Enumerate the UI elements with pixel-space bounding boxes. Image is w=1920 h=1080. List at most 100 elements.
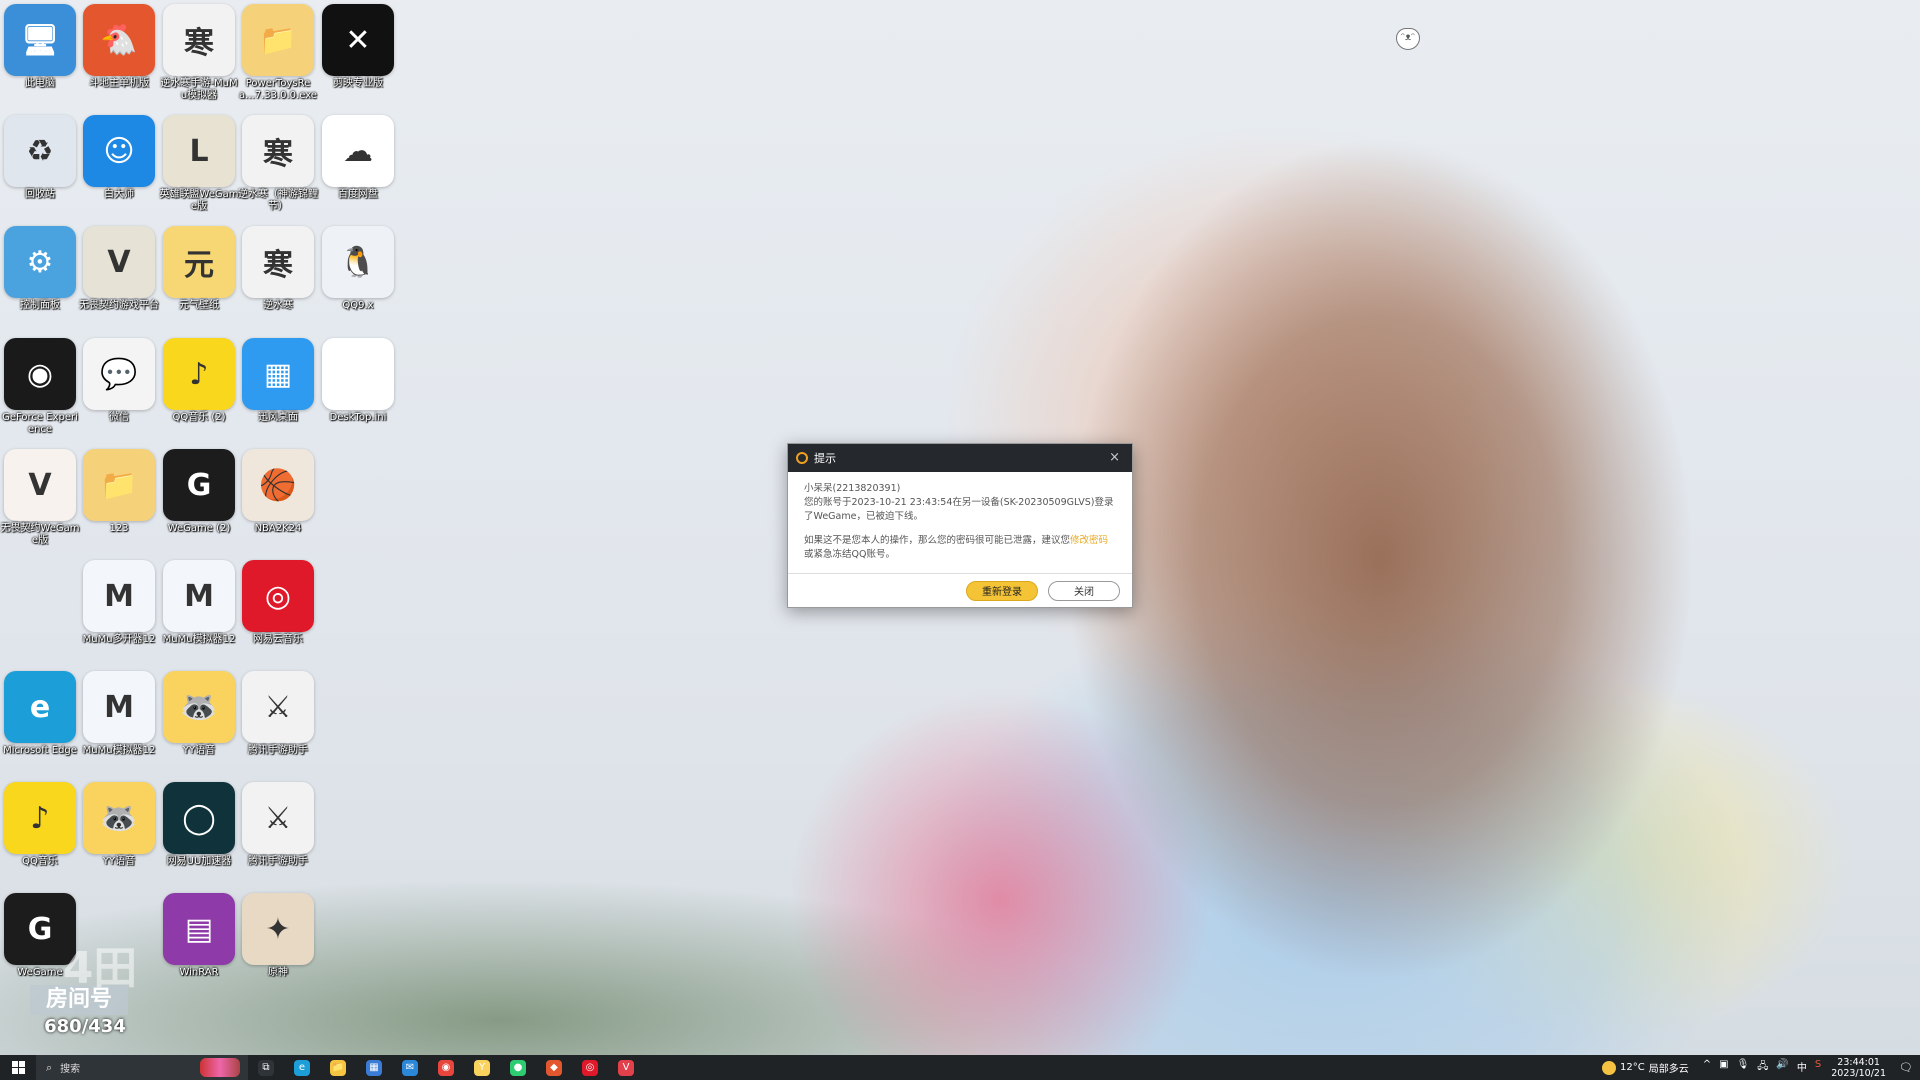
close-button[interactable]: 关闭 <box>1048 580 1120 601</box>
desktop-icon-label: 逆水寒（神游锦鲤节） <box>238 189 318 212</box>
genshin-icon: ✦ <box>242 893 314 965</box>
mumu-icon: M <box>163 560 235 632</box>
taskbar-app-button[interactable]: ◆ <box>536 1055 572 1080</box>
desktop-icon[interactable]: 🖥 此电脑 <box>0 4 80 90</box>
desktop-icon-label: 白大师 <box>104 189 134 200</box>
tiles-icon: ▦ <box>242 338 314 410</box>
desktop-icon-label: 逆水寒手游-MuMu模拟器 <box>160 78 238 101</box>
desktop-icon[interactable]: ☁ 百度网盘 <box>318 115 398 201</box>
qq-music-icon: ♪ <box>4 782 76 854</box>
bird-game-icon: 🐔 <box>83 4 155 76</box>
mumu-icon: M <box>83 560 155 632</box>
taskbar-search-box[interactable]: ⌕ 搜索 <box>36 1055 248 1080</box>
taskbar-app-button[interactable]: ▦ <box>356 1055 392 1080</box>
recycle-bin-icon: ♻ <box>4 115 76 187</box>
search-icon: ⌕ <box>46 1060 53 1074</box>
desktop-icon[interactable]: 🦝 YY语音 <box>79 782 159 868</box>
notification-center-icon[interactable]: 🗨 <box>1896 1061 1916 1074</box>
desktop-icon[interactable]: ⚔ 腾讯手游助手 <box>238 671 318 757</box>
dialog-security-notice: 如果这不是您本人的操作，那么您的密码很可能已泄露，建议您修改密码或紧急冻结QQ账… <box>804 534 1116 562</box>
taskbar-app-button[interactable]: 📁 <box>320 1055 356 1080</box>
taskbar-app-button[interactable]: ⧉ <box>248 1055 284 1080</box>
desktop-icon[interactable]: M MuMu多开器12 <box>79 560 159 646</box>
desktop-icon[interactable]: G WeGame (2) <box>159 449 239 535</box>
taskbar-app-button[interactable]: ◎ <box>572 1055 608 1080</box>
desktop-icon[interactable]: ◯ 网易UU加速器 <box>159 782 239 868</box>
desktop-icon[interactable]: 🐧 QQ9.x <box>318 226 398 312</box>
taskbar: ⌕ 搜索 ⧉ e 📁 ▦ ✉ ◉ Y ● ◆ ◎ V 12°C 局部多云 ^ ▣ 🎙 🖧 🔊 中 S… <box>0 1055 1920 1080</box>
desktop-icon[interactable]: 🏀 NBA2K24 <box>238 449 318 535</box>
desktop-icon[interactable]: ◉ GeForce Experience <box>0 338 80 436</box>
qq-icon: 🐧 <box>322 226 394 298</box>
desktop-icon[interactable]: ⚔ 腾讯手游助手 <box>238 782 318 868</box>
desktop-icon[interactable]: ⚙ 控制面板 <box>0 226 80 312</box>
valorant-icon: V <box>4 449 76 521</box>
desktop-icon-label: 剪映专业版 <box>333 78 383 89</box>
desktop-icon-label: 斗地主单机版 <box>89 78 149 89</box>
desktop-icon[interactable]: V 无畏契约游戏平台 <box>79 226 159 312</box>
desktop-icon[interactable]: ✦ 原神 <box>238 893 318 979</box>
show-hidden-icons-chevron-icon[interactable]: ^ <box>1703 1059 1711 1076</box>
microphone-icon[interactable]: 🎙 <box>1737 1059 1750 1076</box>
desktop-icon-label: 网易云音乐 <box>253 634 303 645</box>
desktop-icon-label: 逆水寒 <box>263 300 293 311</box>
desktop-icon[interactable]: 🐔 斗地主单机版 <box>79 4 159 90</box>
desktop-icon[interactable]: 寒逆水寒（神游锦鲤节） <box>238 115 318 213</box>
desktop-icon[interactable]: 📁 PowerToysRea...7.33.0.0.exe <box>238 4 318 102</box>
desktop-icon[interactable]: DeskTop.ini <box>318 338 398 424</box>
desktop-icon[interactable]: ▤ WinRAR <box>159 893 239 979</box>
desktop-icon[interactable]: e Microsoft Edge <box>0 671 80 757</box>
desktop-icon[interactable]: 💬 微信 <box>79 338 159 424</box>
taskbar-app-button[interactable]: ◉ <box>428 1055 464 1080</box>
desktop-icon[interactable]: M MuMu模拟器12 <box>159 560 239 646</box>
clock-date: 2023/10/21 <box>1831 1067 1886 1079</box>
taskbar-clock[interactable]: 23:44:01 2023/10/21 <box>1831 1057 1886 1079</box>
desktop-icon[interactable]: 寒逆水寒手游-MuMu模拟器 <box>159 4 239 102</box>
desktop-icon-label: PowerToysRea...7.33.0.0.exe <box>239 78 317 101</box>
yuanqi-wallpaper-icon: 元 <box>163 226 235 298</box>
desktop-icon[interactable]: 🦝 YY语音 <box>159 671 239 757</box>
relogin-button[interactable]: 重新登录 <box>966 580 1038 601</box>
desktop-icon[interactable]: 📁 123 <box>79 449 159 535</box>
winrar-icon: ▤ <box>163 893 235 965</box>
desktop-icon[interactable]: ✕ 剪映专业版 <box>318 4 398 90</box>
valorant-tray-icon[interactable]: ▣ <box>1719 1059 1728 1076</box>
taskbar-app-button[interactable]: ● <box>500 1055 536 1080</box>
desktop-icon[interactable]: 寒逆水寒 <box>238 226 318 312</box>
start-button[interactable] <box>0 1055 36 1080</box>
dialog-title: 提示 <box>814 452 836 465</box>
nishuihan-icon: 寒 <box>242 115 314 187</box>
desktop-icon[interactable]: M MuMu模拟器12 <box>79 671 159 757</box>
qq-music-icon: ♪ <box>163 338 235 410</box>
dialog-titlebar[interactable]: 提示 × <box>788 444 1132 472</box>
desktop-icon[interactable]: ♻ 回收站 <box>0 115 80 201</box>
volume-icon[interactable]: 🔊 <box>1776 1059 1788 1076</box>
desktop-icon[interactable]: ♪ QQ音乐 (2) <box>159 338 239 424</box>
desktop-icon-label: 百度网盘 <box>338 189 378 200</box>
dialog-close-icon[interactable]: × <box>1109 450 1120 465</box>
desktop-icon[interactable]: ♪ QQ音乐 <box>0 782 80 868</box>
desktop-icon[interactable]: 元元气壁纸 <box>159 226 239 312</box>
weather-widget[interactable]: 12°C 局部多云 <box>1602 1060 1689 1075</box>
taskbar-app-button[interactable]: e <box>284 1055 320 1080</box>
yy-icon: 🦝 <box>83 782 155 854</box>
desktop-icon[interactable]: ☺ 白大师 <box>79 115 159 201</box>
desktop-icon[interactable]: V 无畏契约WeGame版 <box>0 449 80 547</box>
search-highlight-image <box>200 1058 240 1077</box>
taskbar-app-button[interactable]: Y <box>464 1055 500 1080</box>
taskbar-app-button[interactable]: ✉ <box>392 1055 428 1080</box>
desktop-icon[interactable]: ▦ 迅风桌面 <box>238 338 318 424</box>
security-notice-suffix: 或紧急冻结QQ账号。 <box>804 549 895 560</box>
folder-icon: 📁 <box>242 4 314 76</box>
desktop-icon-label: 迅风桌面 <box>258 412 298 423</box>
sogou-input-icon[interactable]: S <box>1815 1059 1821 1076</box>
desktop-icon-label: 回收站 <box>25 189 55 200</box>
change-password-link[interactable]: 修改密码 <box>1070 535 1108 546</box>
ime-language-indicator[interactable]: 中 <box>1797 1059 1807 1076</box>
network-icon[interactable]: 🖧 <box>1757 1059 1768 1076</box>
taskbar-app-button[interactable]: V <box>608 1055 644 1080</box>
system-tray: 12°C 局部多云 ^ ▣ 🎙 🖧 🔊 中 S 23:44:01 2023/10… <box>1602 1055 1920 1080</box>
dialog-login-notice: 您的账号于2023-10-21 23:43:54在另一设备(SK-2023050… <box>804 497 1114 522</box>
desktop-icon[interactable]: ◎ 网易云音乐 <box>238 560 318 646</box>
desktop-icon[interactable]: L 英雄联盟WeGame版 <box>159 115 239 213</box>
